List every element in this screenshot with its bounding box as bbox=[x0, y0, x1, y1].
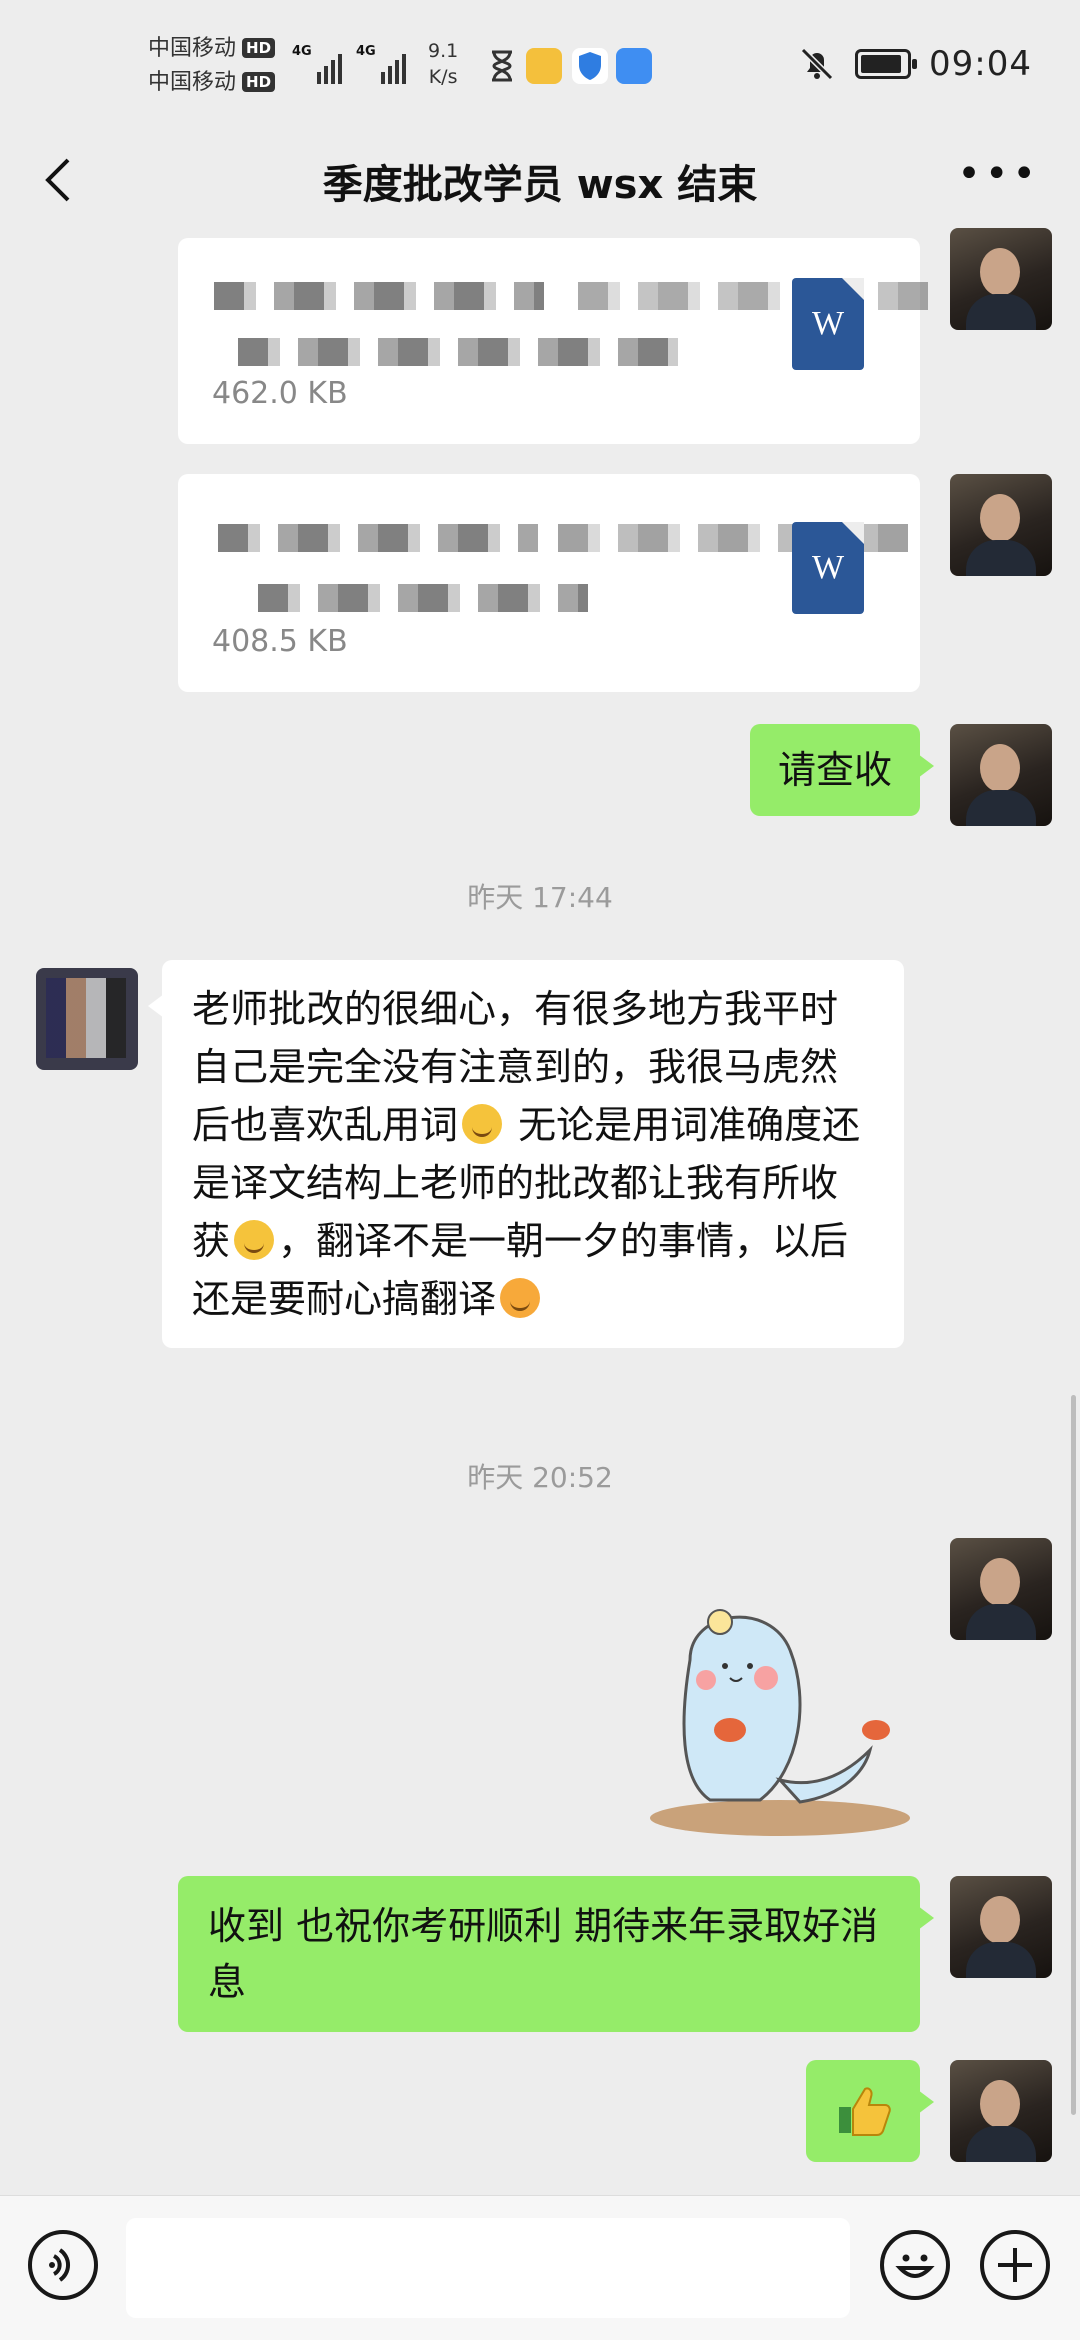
file-size-2: 408.5 KB bbox=[212, 624, 348, 659]
laugh-cry-emoji-icon bbox=[462, 1104, 503, 1144]
message-check[interactable]: 请查收 bbox=[749, 724, 935, 816]
carrier-info: 中国移动 HD 中国移动 HD bbox=[148, 32, 276, 100]
file-size-1: 462.0 KB bbox=[212, 376, 348, 411]
cloud-icon bbox=[616, 48, 652, 84]
redacted-filename bbox=[214, 282, 544, 310]
student-message[interactable]: 老师批改的很细心，有很多地方我平时自己是完全没有注意到的，我很马虎然后也喜欢乱用… bbox=[148, 960, 904, 1348]
timestamp: 昨天 20:52 bbox=[467, 1461, 613, 1494]
redacted-filename-3 bbox=[258, 584, 588, 612]
my-avatar[interactable] bbox=[950, 1876, 1052, 1978]
thumbs-up-icon bbox=[839, 2087, 891, 2136]
my-avatar[interactable] bbox=[950, 228, 1052, 330]
smirk-emoji-icon bbox=[234, 1220, 275, 1260]
timestamp: 昨天 17:44 bbox=[467, 881, 613, 914]
input-bar bbox=[0, 2195, 1080, 2340]
word-file-icon: W bbox=[792, 278, 864, 370]
scrollbar[interactable] bbox=[1071, 1395, 1076, 2115]
my-avatar[interactable] bbox=[950, 1538, 1052, 1640]
carrier-1: 中国移动 bbox=[148, 36, 237, 61]
word-file-icon: W bbox=[792, 522, 864, 614]
network-speed: 9.1 K/s bbox=[428, 40, 459, 88]
shield-icon bbox=[572, 48, 608, 84]
add-button[interactable] bbox=[980, 2230, 1050, 2300]
chat-header: 季度批改学员 wsx 结束 ••• bbox=[0, 130, 1080, 230]
voice-button[interactable] bbox=[28, 2230, 98, 2300]
student-avatar[interactable] bbox=[36, 968, 138, 1070]
carrier-2: 中国移动 bbox=[148, 70, 237, 95]
more-dots-icon: ••• bbox=[957, 151, 1040, 197]
file-message-2[interactable]: 408.5 KB W bbox=[178, 474, 920, 692]
message-input[interactable] bbox=[126, 2218, 850, 2318]
seal-sticker[interactable] bbox=[630, 1570, 930, 1840]
hd-badge-1: HD bbox=[242, 38, 276, 58]
hd-badge-2: HD bbox=[242, 72, 276, 92]
thumbs-up-message[interactable] bbox=[806, 2060, 934, 2162]
file-message-1[interactable]: 462.0 KB W bbox=[178, 238, 928, 444]
determined-emoji-icon bbox=[500, 1278, 541, 1318]
status-bar: 中国移动 HD 中国移动 HD 4G 4G 9.1 K/s 09:04 bbox=[0, 0, 1080, 130]
my-avatar[interactable] bbox=[950, 2060, 1052, 2162]
redacted-filename bbox=[218, 524, 538, 552]
redacted-filename-3 bbox=[238, 338, 678, 366]
more-button[interactable]: ••• bbox=[957, 154, 1040, 194]
my-avatar[interactable] bbox=[950, 724, 1052, 826]
chat-title: 季度批改学员 wsx 结束 bbox=[322, 162, 758, 208]
status-right: 09:04 bbox=[797, 44, 1032, 84]
signal-icon-2: 4G bbox=[356, 44, 406, 84]
emoji-icon bbox=[895, 2254, 935, 2278]
my-avatar[interactable] bbox=[950, 474, 1052, 576]
redacted-filename-2 bbox=[578, 282, 928, 310]
weibo-icon bbox=[526, 48, 562, 84]
emoji-button[interactable] bbox=[880, 2230, 950, 2300]
plus-icon bbox=[998, 2248, 1032, 2282]
battery-icon bbox=[855, 49, 918, 79]
reply-message[interactable]: 收到 也祝你考研顺利 期待来年录取好消息 bbox=[178, 1876, 934, 2032]
voice-icon bbox=[49, 2248, 70, 2282]
clock: 09:04 bbox=[929, 44, 1032, 84]
mute-bell-icon bbox=[800, 47, 834, 81]
signal-icon-1: 4G bbox=[292, 44, 342, 84]
hourglass-icon bbox=[484, 48, 520, 84]
